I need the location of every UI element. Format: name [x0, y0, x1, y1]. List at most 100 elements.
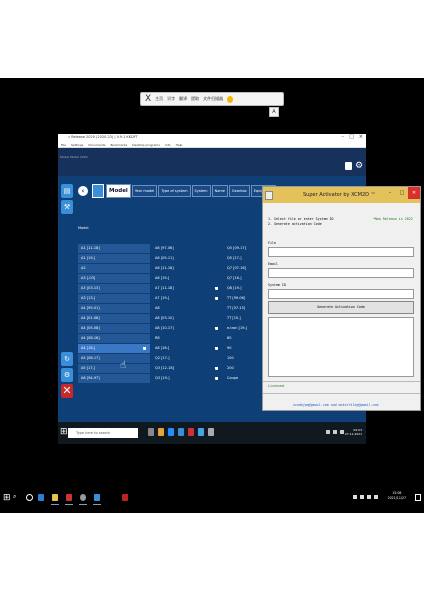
bulb-icon[interactable]: [227, 95, 234, 103]
header-subtitle: Model Model 2020: [60, 155, 88, 159]
model-cell[interactable]: A2: [78, 264, 150, 273]
close-icon[interactable]: ×: [359, 134, 363, 140]
edge-icon[interactable]: [168, 428, 174, 436]
lock-icon: [215, 287, 218, 290]
tab-year-model[interactable]: Year model: [131, 185, 158, 197]
menu-documents[interactable]: Documents: [88, 142, 105, 147]
app-blue-icon[interactable]: [94, 494, 100, 501]
document-icon[interactable]: [345, 162, 352, 170]
maximize-icon[interactable]: □: [349, 134, 354, 140]
wrench-icon: ⚒: [63, 203, 71, 211]
app3-icon[interactable]: [198, 428, 204, 436]
model-cell[interactable]: A4 [01-08]: [78, 314, 150, 323]
app-icon: [265, 191, 273, 200]
ie-icon[interactable]: [38, 494, 44, 501]
file-field[interactable]: [268, 247, 414, 257]
maximize-button[interactable]: □: [396, 187, 408, 199]
model-cell[interactable]: Q3 [19-]: [152, 374, 222, 383]
app-red-icon[interactable]: [66, 494, 72, 501]
model-cell[interactable]: Q3 [12-18]: [152, 364, 222, 373]
chrome-icon[interactable]: [80, 494, 86, 501]
model-cell[interactable]: A3 [-03]: [78, 274, 150, 283]
activation-output[interactable]: [268, 317, 414, 377]
model-cell[interactable]: A4 [08-16]: [78, 334, 150, 343]
menu-help[interactable]: Help: [176, 142, 183, 147]
minimize-icon[interactable]: –: [342, 134, 345, 140]
back-button[interactable]: ‹: [78, 186, 88, 196]
generate-activation-button[interactable]: Generate Activation Code: [268, 301, 414, 314]
gear-icon[interactable]: ⚙: [355, 162, 363, 171]
tab-system[interactable]: System: [191, 185, 211, 197]
model-cell[interactable]: A8: [152, 304, 222, 313]
lock-icon: [143, 347, 146, 350]
model-cell[interactable]: A3 [13-]: [78, 294, 150, 303]
tab-name[interactable]: Name: [211, 185, 228, 197]
sidebar-refresh-button[interactable]: ↻: [61, 352, 73, 366]
model-cell[interactable]: A6 [19-]: [152, 274, 222, 283]
menu-file[interactable]: File: [61, 142, 66, 147]
toolbar-item-scanner[interactable]: 文件扫描器: [203, 96, 223, 102]
model-cell[interactable]: A6 [94-97]: [78, 374, 150, 383]
sidebar-car-button[interactable]: ▤: [61, 184, 73, 198]
cortana-icon[interactable]: [26, 494, 33, 501]
close-button[interactable]: ✕: [408, 187, 420, 199]
model-cell[interactable]: A1 [19-]: [78, 254, 150, 263]
app-icon[interactable]: [178, 428, 184, 436]
toolbar-item-translate[interactable]: 翻译: [179, 96, 187, 102]
model-cell[interactable]: A8 [18-]: [152, 344, 222, 353]
model-cell[interactable]: A7 [11-18]: [152, 284, 222, 293]
tab-type-of-system[interactable]: Type of system: [158, 185, 191, 197]
folder-icon[interactable]: [52, 494, 58, 501]
model-cell[interactable]: A8 [10-17]: [152, 324, 222, 333]
app2-icon[interactable]: [188, 428, 194, 436]
system-id-field[interactable]: [268, 289, 414, 299]
car-icon: ▤: [63, 187, 71, 195]
activator-titlebar: Super Activator by XCM2D ™ – □ ✕: [263, 187, 420, 203]
toolbar-item-home[interactable]: 主页: [155, 96, 163, 102]
inner-window-title: « Release 2020 (2020.23) | V.9.1 KKDFT: [68, 135, 138, 139]
sidebar-settings-button[interactable]: ⚙: [61, 368, 73, 382]
minimize-button[interactable]: –: [384, 187, 396, 199]
model-cell[interactable]: A6 [97-06]: [152, 244, 222, 253]
release-note: *New Release in 2022: [373, 217, 413, 221]
tab-gearbox[interactable]: Gearbox: [228, 185, 250, 197]
model-cell[interactable]: A4 [16-]: [78, 344, 150, 353]
model-cell[interactable]: A5 [17-]: [78, 364, 150, 373]
explorer-icon[interactable]: [158, 428, 164, 436]
app4-icon[interactable]: [208, 428, 214, 436]
inner-date: 27.11.2021: [344, 432, 362, 436]
menu-bookmarks[interactable]: Bookmarks: [110, 142, 127, 147]
email-field[interactable]: [268, 268, 414, 278]
toolbar-item-ocr[interactable]: 识字: [167, 96, 175, 102]
menu-settings[interactable]: Settings: [71, 142, 83, 147]
model-cell[interactable]: A7 [19-]: [152, 294, 222, 303]
windows-start-icon[interactable]: ⊞: [60, 427, 68, 437]
notification-icon[interactable]: [415, 494, 421, 501]
model-cell[interactable]: A6 [11-18]: [152, 264, 222, 273]
app-dark-red-icon[interactable]: [122, 494, 128, 501]
sidebar-exit-button[interactable]: ✕: [61, 384, 73, 398]
toolbar-close-button[interactable]: X: [145, 94, 151, 104]
menu-desktop-programs[interactable]: Desktop programs: [132, 142, 160, 147]
model-cell[interactable]: A4 [95-01]: [78, 304, 150, 313]
menu-info[interactable]: Info: [165, 142, 171, 147]
model-cell[interactable]: A8 [03-10]: [152, 314, 222, 323]
search-icon[interactable]: ⌕: [13, 493, 16, 501]
model-cell[interactable]: A4 [05-08]: [78, 324, 150, 333]
model-cell[interactable]: A6 [05-11]: [152, 254, 222, 263]
tab-model[interactable]: Model: [106, 184, 131, 198]
model-cell[interactable]: A1 [11-18]: [78, 244, 150, 253]
car-thumbnail-icon: [92, 184, 104, 198]
active-indicator: [93, 504, 101, 505]
taskview-icon[interactable]: [148, 428, 154, 436]
windows-start-icon[interactable]: ⊞: [3, 493, 11, 503]
model-cell[interactable]: A3 [03-13]: [78, 284, 150, 293]
refresh-icon: ↻: [64, 355, 70, 363]
model-cell[interactable]: Q2 [17-]: [152, 354, 222, 363]
taskbar-search-input[interactable]: Type here to search: [68, 428, 138, 438]
font-a-button[interactable]: A: [269, 107, 279, 117]
model-cell[interactable]: A5 [08-17]: [78, 354, 150, 363]
toolbar-item-extract[interactable]: 提取: [191, 96, 199, 102]
sidebar-tool-button[interactable]: ⚒: [61, 200, 73, 214]
model-cell[interactable]: R8: [152, 334, 222, 343]
